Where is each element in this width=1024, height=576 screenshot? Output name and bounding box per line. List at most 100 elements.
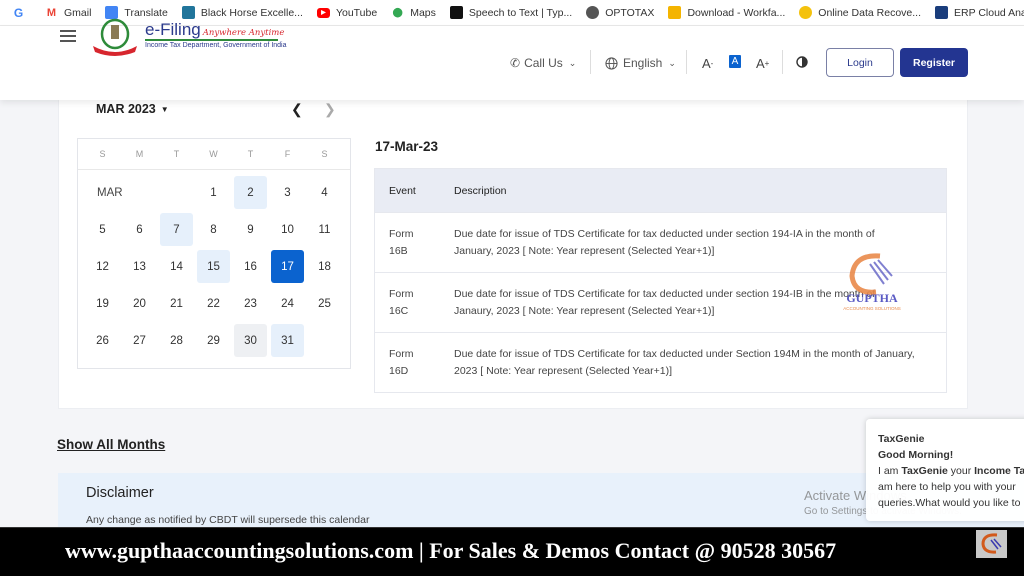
promo-text: www.gupthaaccountingsolutions.com | For … — [65, 538, 837, 563]
bookmark-item[interactable]: OPTOTAX — [586, 6, 654, 19]
month-year-select[interactable]: MAR 2023 ▼ — [96, 102, 169, 116]
font-decrease-button[interactable]: A- — [702, 56, 713, 71]
logo-title: e-Filing — [145, 20, 201, 39]
calendar-day[interactable]: 16 — [232, 250, 269, 283]
contrast-icon — [796, 56, 808, 68]
calendar-day[interactable]: 8 — [195, 213, 232, 246]
bookmark-item[interactable]: M Gmail — [45, 6, 92, 19]
weekday-label: W — [209, 149, 218, 159]
calendar-day-with-event[interactable]: 31 — [271, 324, 304, 357]
watermark-sub: ACCOUNTING SOLUTIONS — [843, 306, 901, 311]
google-icon: G — [13, 5, 24, 20]
calendar-day-with-event[interactable]: 2 — [234, 176, 267, 209]
call-us-label: Call Us — [524, 56, 563, 70]
weekday-label: S — [99, 149, 106, 159]
speech-icon — [449, 6, 463, 19]
font-normal-button[interactable]: A — [729, 55, 741, 68]
column-header-event: Event — [389, 184, 416, 197]
bookmark-item[interactable]: ▶ YouTube — [316, 6, 378, 19]
weekday-label: S — [321, 149, 328, 159]
calendar-day[interactable]: 6 — [121, 213, 158, 246]
bookmark-label: ERP Cloud Analysis — [954, 6, 1024, 19]
calendar-day[interactable]: 21 — [158, 287, 195, 320]
column-header-description: Description — [454, 184, 507, 197]
calendar-day[interactable]: 12 — [84, 250, 121, 283]
language-dropdown[interactable]: English ⌄ — [605, 56, 676, 70]
event-row: Form 16D Due date for issue of TDS Certifi… — [375, 332, 946, 392]
globe-icon — [586, 6, 600, 19]
calendar-day[interactable]: 11 — [306, 213, 343, 246]
gmail-icon: M — [46, 6, 57, 19]
font-increase-button[interactable]: A + — [756, 56, 769, 71]
calendar-day[interactable]: 29 — [195, 324, 232, 357]
calendar-day-with-event[interactable]: 7 — [160, 213, 193, 246]
calendar-day[interactable]: 22 — [195, 287, 232, 320]
chat-bot-name: TaxGenie — [878, 433, 925, 445]
calendar-day[interactable]: 1 — [195, 176, 232, 209]
bookmark-label: Black Horse Excelle... — [200, 6, 303, 19]
workfa-icon — [668, 6, 682, 19]
calendar-day-with-event[interactable]: 15 — [197, 250, 230, 283]
chat-message-line: queries.What would you like to — [878, 497, 1021, 509]
event-form: Form 16C — [389, 287, 414, 317]
bookmark-label: YouTube — [335, 6, 378, 19]
caret-down-icon: ▼ — [160, 104, 169, 114]
month-row-label: MAR — [97, 186, 123, 199]
divider — [590, 50, 591, 74]
logo-tagline: Anywhere Anytime — [202, 28, 285, 38]
maps-pin-icon: ⬤ — [392, 7, 403, 17]
calendar-day[interactable]: 30 — [234, 324, 267, 357]
calendar-day[interactable]: 4 — [306, 176, 343, 209]
event-description: Due date for issue of TDS Certificate fo… — [454, 347, 915, 377]
calendar-day[interactable]: 9 — [232, 213, 269, 246]
contrast-toggle[interactable] — [796, 56, 808, 68]
calendar-day[interactable]: 27 — [121, 324, 158, 357]
empty-cell — [158, 176, 195, 209]
calendar-day[interactable]: 25 — [306, 287, 343, 320]
chevron-down-icon: ⌄ — [668, 57, 676, 68]
promo-footer-banner: www.gupthaaccountingsolutions.com | For … — [0, 527, 1024, 576]
register-button[interactable]: Register — [900, 48, 968, 77]
calendar-day[interactable]: 28 — [158, 324, 195, 357]
calendar-day[interactable]: 23 — [232, 287, 269, 320]
bookmark-item[interactable]: ⬤ Maps — [391, 6, 436, 19]
show-all-months-link[interactable]: Show All Months — [57, 437, 165, 452]
calendar-grid: SMTWTFS MAR 1 2 3 4 5 6 7 8 9 10 11 12 13 14 15 16 17 18 19… — [77, 138, 351, 369]
next-month-button[interactable]: ❯ — [324, 101, 336, 118]
logo-subtitle: Income Tax Department, Government of Ind… — [145, 42, 287, 49]
bookmark-item[interactable]: Speech to Text | Typ... — [449, 6, 573, 19]
previous-month-button[interactable]: ❮ — [291, 101, 303, 118]
taxgenie-chat-popup[interactable]: TaxGenie Good Morning! I am TaxGenie you… — [866, 419, 1024, 521]
disclaimer-title: Disclaimer — [86, 485, 154, 501]
calendar-day[interactable]: 10 — [269, 213, 306, 246]
bookmark-item[interactable]: ERP Cloud Analysis — [935, 6, 1024, 19]
calendar-day[interactable]: 3 — [269, 176, 306, 209]
calendar-day[interactable]: 19 — [84, 287, 121, 320]
menu-icon[interactable] — [60, 30, 76, 42]
emblem-icon — [93, 18, 137, 56]
calendar-day[interactable]: 14 — [158, 250, 195, 283]
chevron-down-icon: ⌄ — [568, 57, 577, 68]
bookmark-label: Gmail — [64, 6, 92, 19]
bookmark-item[interactable]: G — [12, 5, 31, 20]
calendar-day[interactable]: 5 — [84, 213, 121, 246]
divider — [782, 50, 783, 74]
bookmark-item[interactable]: Download - Workfa... — [668, 6, 785, 19]
calendar-day[interactable]: 18 — [306, 250, 343, 283]
bookmark-label: Speech to Text | Typ... — [468, 6, 573, 19]
calendar-day-selected[interactable]: 17 — [271, 250, 304, 283]
recovery-icon — [799, 6, 813, 19]
weekday-label: T — [247, 149, 254, 159]
calendar-day[interactable]: 26 — [84, 324, 121, 357]
calendar-day[interactable]: 24 — [269, 287, 306, 320]
calendar-day[interactable]: 20 — [121, 287, 158, 320]
language-label: English — [623, 56, 663, 70]
bookmark-label: OPTOTAX — [605, 6, 655, 19]
login-button[interactable]: Login — [826, 48, 894, 77]
bookmark-item[interactable]: Online Data Recove... — [799, 6, 921, 19]
guptha-logo-icon — [976, 530, 1007, 558]
guptha-watermark-logo: GUPTHA ACCOUNTING SOLUTIONS — [843, 253, 901, 311]
efiling-logo[interactable]: e-Filing Anywhere Anytime Income Tax Depa… — [90, 18, 287, 58]
calendar-day[interactable]: 13 — [121, 250, 158, 283]
call-us-dropdown[interactable]: ✆ Call Us ⌄ — [510, 56, 576, 70]
